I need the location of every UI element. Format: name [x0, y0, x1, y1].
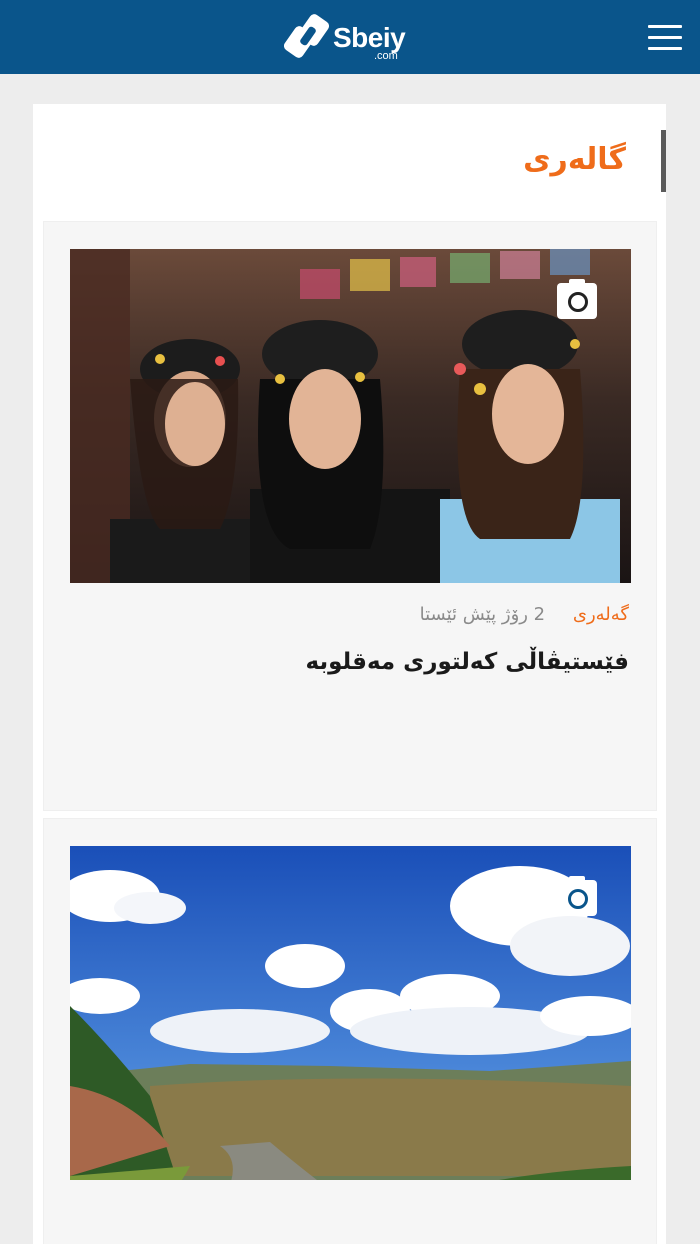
article-category[interactable]: گەلەری	[573, 604, 629, 625]
festival-photo	[70, 249, 631, 583]
landscape-photo	[70, 846, 631, 1180]
section-header: گالەری	[33, 104, 666, 214]
article-card[interactable]: گەلەری 2 رۆژ پێش ئێستا فێستیڤاڵی کەلتوری…	[43, 221, 657, 811]
article-title[interactable]: فێستیڤاڵی کەلتوری مەقلوبە	[306, 649, 629, 675]
site-logo[interactable]: Sbeiy .com	[284, 12, 424, 64]
camera-icon	[557, 279, 597, 319]
article-photo[interactable]	[70, 249, 631, 583]
logo-mark-icon	[284, 14, 330, 58]
article-meta: گەلەری 2 رۆژ پێش ئێستا	[420, 604, 629, 625]
article-card[interactable]	[43, 818, 657, 1244]
section-accent-bar	[661, 130, 666, 192]
article-photo[interactable]	[70, 846, 631, 1180]
section-title: گالەری	[523, 142, 626, 177]
gallery-panel: گالەری گەلەری 2 رۆژ پێش ئێستا فێستیڤاڵی …	[33, 104, 666, 1244]
logo-domain: .com	[374, 50, 398, 62]
top-bar: Sbeiy .com	[0, 0, 700, 74]
hamburger-menu-icon[interactable]	[648, 25, 684, 51]
article-time: 2 رۆژ پێش ئێستا	[419, 604, 546, 625]
camera-icon	[557, 876, 597, 916]
